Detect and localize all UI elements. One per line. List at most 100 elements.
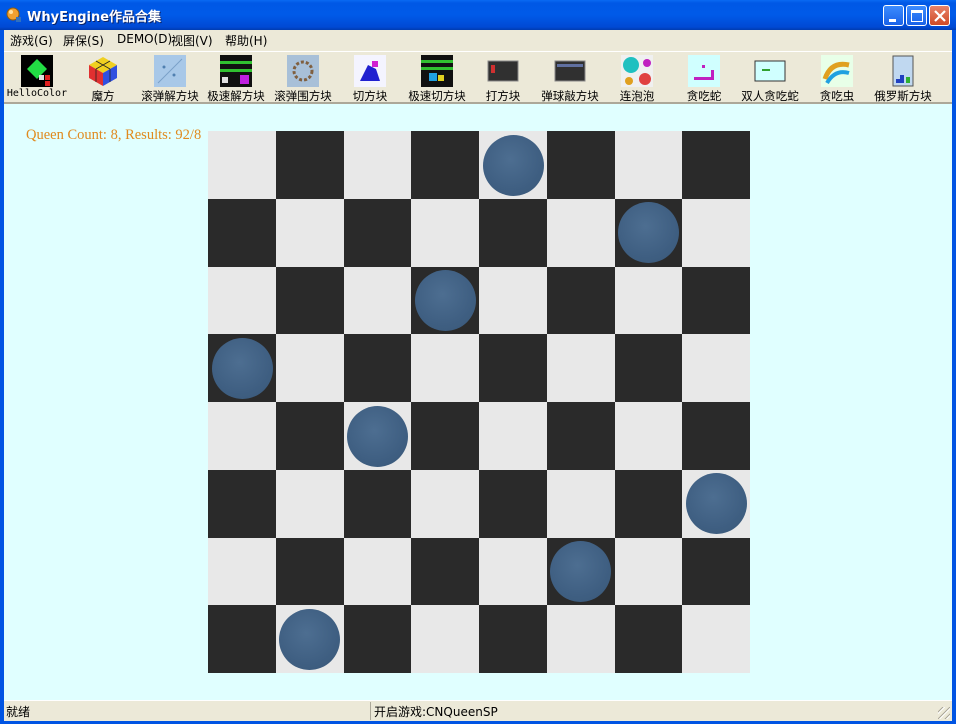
board-square[interactable] <box>276 402 344 470</box>
board-square[interactable] <box>411 334 479 402</box>
board-square[interactable] <box>547 470 615 538</box>
board-square[interactable] <box>411 131 479 199</box>
tool-worm[interactable]: 贪吃虫 <box>804 54 870 103</box>
board-square[interactable] <box>344 538 412 606</box>
board-square[interactable] <box>615 131 683 199</box>
tool-two-player-snake[interactable]: 双人贪吃蛇 <box>737 54 803 103</box>
tool-bounce-solve-blocks[interactable]: 滚弹解方块 <box>137 54 203 103</box>
tool-label: 弹球敲方块 <box>541 89 599 103</box>
tool-speed-solve-blocks[interactable]: 极速解方块 <box>203 54 269 103</box>
board-square[interactable] <box>547 267 615 335</box>
board-square[interactable] <box>615 402 683 470</box>
tool-label: 极速切方块 <box>408 89 466 103</box>
board-square[interactable] <box>344 470 412 538</box>
tool-hellocolor[interactable]: HelloColor <box>4 54 70 100</box>
board-square[interactable] <box>411 470 479 538</box>
menu-help[interactable]: 帮助(H) <box>225 32 267 49</box>
board-square[interactable] <box>682 538 750 606</box>
bounce-surround-blocks-icon <box>287 55 319 87</box>
status-bar: 就绪 开启游戏:CNQueenSP <box>4 700 952 721</box>
menu-screensaver[interactable]: 屏保(S) <box>63 32 104 49</box>
tool-pinball-blocks[interactable]: 弹球敲方块 <box>537 54 603 103</box>
snake-icon <box>688 55 720 87</box>
queen-piece <box>347 406 408 467</box>
menu-game[interactable]: 游戏(G) <box>10 32 53 49</box>
board-square[interactable] <box>276 470 344 538</box>
board-square[interactable] <box>276 199 344 267</box>
tool-label: HelloColor <box>6 88 68 99</box>
board-square[interactable] <box>479 334 547 402</box>
tool-label: 魔方 <box>91 89 115 103</box>
board-square[interactable] <box>208 267 276 335</box>
board-square[interactable] <box>547 131 615 199</box>
board-square[interactable] <box>344 131 412 199</box>
tool-snake[interactable]: 贪吃蛇 <box>671 54 737 103</box>
board-square[interactable] <box>615 334 683 402</box>
tool-speed-cut-blocks[interactable]: 极速切方块 <box>404 54 470 103</box>
tool-tetris[interactable]: 俄罗斯方块 <box>870 54 936 103</box>
tool-label: 滚弹围方块 <box>274 89 332 103</box>
tool-hit-blocks[interactable]: 打方块 <box>470 54 536 103</box>
board-square[interactable] <box>615 605 683 673</box>
tool-cut-blocks[interactable]: 切方块 <box>337 54 403 103</box>
board-square[interactable] <box>479 402 547 470</box>
board-square[interactable] <box>344 267 412 335</box>
board-square[interactable] <box>615 470 683 538</box>
board-square[interactable] <box>276 131 344 199</box>
tool-bubbles[interactable]: 连泡泡 <box>604 54 670 103</box>
board-square[interactable] <box>682 199 750 267</box>
board-square[interactable] <box>411 605 479 673</box>
resize-grip-icon[interactable] <box>938 707 950 719</box>
board-square[interactable] <box>276 538 344 606</box>
game-view[interactable]: Queen Count: 8, Results: 92/8 <box>4 103 952 700</box>
tool-rubiks-cube[interactable]: 魔方 <box>70 54 136 103</box>
tetris-icon <box>892 55 914 87</box>
board-square[interactable] <box>208 402 276 470</box>
board-square[interactable] <box>479 470 547 538</box>
bubbles-icon <box>621 55 653 87</box>
board-square[interactable] <box>479 605 547 673</box>
board-square[interactable] <box>547 402 615 470</box>
board-square[interactable] <box>276 267 344 335</box>
board-square[interactable] <box>208 538 276 606</box>
board-square[interactable] <box>344 199 412 267</box>
title-bar[interactable]: WhyEngine作品合集 <box>0 0 956 30</box>
board-square[interactable] <box>547 605 615 673</box>
tool-bounce-surround-blocks[interactable]: 滚弹围方块 <box>270 54 336 103</box>
bounce-solve-blocks-icon <box>154 55 186 87</box>
board-square[interactable] <box>615 538 683 606</box>
queen-piece <box>212 338 273 399</box>
board-square[interactable] <box>276 334 344 402</box>
board-square[interactable] <box>547 199 615 267</box>
maximize-button[interactable] <box>906 5 927 26</box>
status-ready: 就绪 <box>6 705 31 719</box>
board-square[interactable] <box>411 402 479 470</box>
board-square[interactable] <box>682 267 750 335</box>
board-square[interactable] <box>547 334 615 402</box>
board-square[interactable] <box>208 199 276 267</box>
board-square[interactable] <box>208 470 276 538</box>
board-square[interactable] <box>208 131 276 199</box>
cut-blocks-icon <box>354 55 386 87</box>
board-square[interactable] <box>208 605 276 673</box>
board-square[interactable] <box>479 199 547 267</box>
tool-label: 贪吃虫 <box>819 89 855 103</box>
speed-solve-blocks-icon <box>220 55 252 87</box>
board-square[interactable] <box>411 538 479 606</box>
minimize-button[interactable] <box>883 5 904 26</box>
board-square[interactable] <box>479 267 547 335</box>
board-square[interactable] <box>682 131 750 199</box>
tool-label: 切方块 <box>352 89 388 103</box>
board-square[interactable] <box>682 402 750 470</box>
board-square[interactable] <box>479 538 547 606</box>
board-square[interactable] <box>411 199 479 267</box>
menu-view[interactable]: 视图(V) <box>171 32 213 49</box>
close-button[interactable] <box>929 5 950 26</box>
board-square[interactable] <box>344 605 412 673</box>
board-square[interactable] <box>682 334 750 402</box>
menu-demo[interactable]: DEMO(D) <box>117 32 172 46</box>
board-square[interactable] <box>344 334 412 402</box>
board-square[interactable] <box>615 267 683 335</box>
chess-board[interactable] <box>208 131 750 673</box>
board-square[interactable] <box>682 605 750 673</box>
